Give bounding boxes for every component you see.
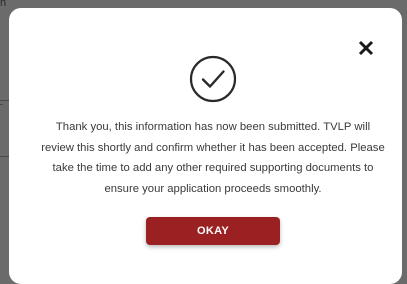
background-divider — [0, 104, 3, 105]
background-divider — [0, 100, 9, 101]
close-button[interactable] — [354, 36, 378, 60]
confirmation-message: Thank you, this information has now been… — [41, 121, 385, 195]
success-indicator — [188, 54, 238, 104]
background-divider — [0, 156, 9, 157]
close-icon — [358, 40, 374, 56]
check-circle-icon — [189, 55, 237, 103]
confirmation-dialog: Thank you, this information has now been… — [9, 8, 402, 284]
background-page-text: h — [0, 0, 7, 9]
okay-button[interactable]: OKAY — [146, 217, 280, 245]
